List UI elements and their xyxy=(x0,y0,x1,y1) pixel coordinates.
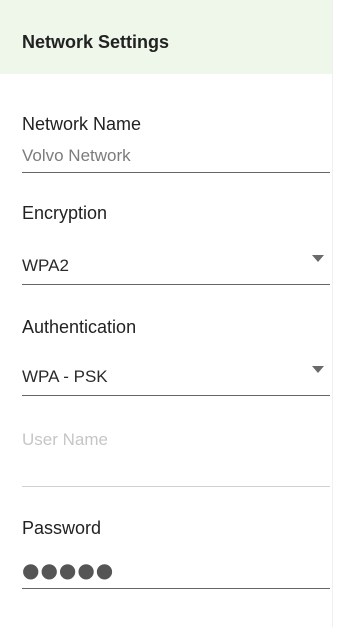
authentication-label: Authentication xyxy=(22,317,137,337)
panel-divider xyxy=(332,0,333,627)
chevron-down-icon[interactable] xyxy=(312,366,324,373)
password-underline xyxy=(22,588,330,589)
password-field[interactable]: ●●●●● xyxy=(22,558,114,582)
authentication-underline xyxy=(22,395,330,396)
password-label: Password xyxy=(22,518,102,538)
encryption-underline xyxy=(22,284,330,285)
authentication-select-value[interactable]: WPA - PSK xyxy=(22,367,108,387)
user-name-input[interactable]: User Name xyxy=(22,430,108,450)
chevron-down-icon[interactable] xyxy=(312,255,324,262)
encryption-select-value[interactable]: WPA2 xyxy=(22,256,69,276)
network-name-underline xyxy=(22,172,330,173)
panel-header: Network Settings xyxy=(0,0,332,74)
encryption-label: Encryption xyxy=(22,203,108,223)
network-name-field[interactable]: Volvo Network xyxy=(22,146,131,166)
network-settings-panel: Network Settings Network Name Volvo Netw… xyxy=(0,0,332,627)
network-name-label: Network Name xyxy=(22,114,142,134)
page-title: Network Settings xyxy=(22,32,170,52)
user-name-underline xyxy=(22,486,330,487)
